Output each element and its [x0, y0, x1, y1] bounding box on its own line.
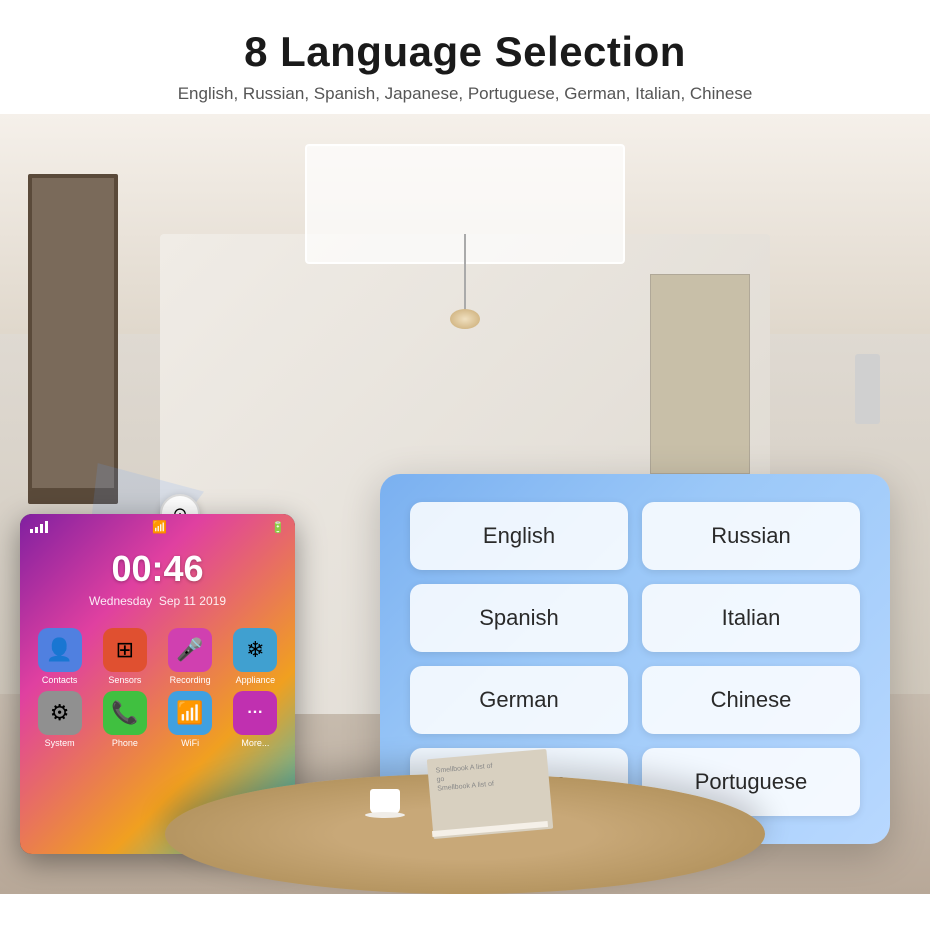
app-appliance[interactable]: ❄ Appliance: [226, 628, 285, 685]
lang-english-button[interactable]: English: [410, 502, 628, 570]
door-inner: [32, 178, 114, 488]
app-more[interactable]: ··· More...: [226, 691, 285, 748]
wall-phone: [855, 354, 880, 424]
lang-spanish-button[interactable]: Spanish: [410, 584, 628, 652]
room-background: ⊙ 📶 🔋 00:46: [0, 114, 930, 894]
app-recording[interactable]: 🎤 Recording: [161, 628, 220, 685]
app-phone[interactable]: 📞 Phone: [95, 691, 154, 748]
wifi-icon: 📶: [152, 520, 167, 534]
page-title: 8 Language Selection: [20, 28, 910, 76]
pendant-shade: [450, 309, 480, 329]
page-subtitle: English, Russian, Spanish, Japanese, Por…: [20, 84, 910, 104]
app-system[interactable]: ⚙ System: [30, 691, 89, 748]
pendant-cord: [464, 234, 466, 314]
signal-bars: [30, 521, 48, 533]
cup: [370, 789, 400, 814]
lang-chinese-button[interactable]: Chinese: [642, 666, 860, 734]
phone-date: Wednesday Sep 11 2019: [20, 594, 295, 608]
app-wifi[interactable]: 📶 WiFi: [161, 691, 220, 748]
page-header: 8 Language Selection English, Russian, S…: [0, 0, 930, 114]
lang-german-button[interactable]: German: [410, 666, 628, 734]
phone-status-bar: 📶 🔋: [20, 514, 295, 540]
door-frame: [28, 174, 118, 504]
cabinet: [650, 274, 750, 474]
phone-apps-grid: 👤 Contacts ⊞ Sensors 🎤 Recording ❄ Appli…: [20, 616, 295, 760]
battery-icon: 🔋: [271, 521, 285, 534]
app-sensors[interactable]: ⊞ Sensors: [95, 628, 154, 685]
lang-russian-button[interactable]: Russian: [642, 502, 860, 570]
cup-saucer: [365, 812, 405, 818]
phone-time: 00:46: [20, 548, 295, 590]
app-contacts[interactable]: 👤 Contacts: [30, 628, 89, 685]
lang-italian-button[interactable]: Italian: [642, 584, 860, 652]
